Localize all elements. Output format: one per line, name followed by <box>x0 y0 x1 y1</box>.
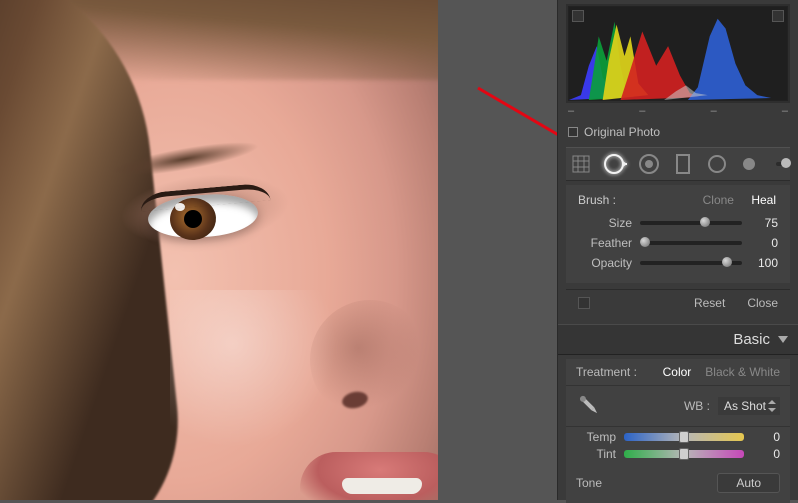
chevron-down-icon <box>778 336 788 343</box>
crop-tool[interactable] <box>568 151 594 177</box>
feather-slider[interactable] <box>640 241 742 245</box>
basic-panel: Treatment : Color Black & White WB : As … <box>566 359 790 503</box>
radial-filter-tool[interactable] <box>704 151 730 177</box>
wb-eyedropper-tool[interactable] <box>576 392 604 420</box>
wb-label: WB : <box>684 399 710 413</box>
auto-tone-button[interactable]: Auto <box>717 473 780 493</box>
overlay-toggle[interactable] <box>578 297 590 309</box>
treatment-bw[interactable]: Black & White <box>705 365 780 379</box>
histogram-readout: –– –– <box>568 105 788 117</box>
brush-mini-slider[interactable] <box>776 162 788 166</box>
size-slider[interactable] <box>640 221 742 225</box>
tint-label: Tint <box>576 447 616 461</box>
tone-label: Tone <box>576 476 602 490</box>
feather-value[interactable]: 0 <box>750 236 778 250</box>
opacity-label: Opacity <box>578 256 632 270</box>
reset-button[interactable]: Reset <box>694 296 725 310</box>
redeye-tool[interactable] <box>636 151 662 177</box>
treatment-color[interactable]: Color <box>663 365 692 379</box>
close-button[interactable]: Close <box>747 296 778 310</box>
wb-select[interactable]: As Shot <box>718 397 780 415</box>
spot-removal-panel: Brush : Clone Heal Size 75 Feather 0 Opa… <box>566 185 790 283</box>
size-value[interactable]: 75 <box>750 216 778 230</box>
feather-label: Feather <box>578 236 632 250</box>
opacity-slider[interactable] <box>640 261 742 265</box>
original-photo-label: Original Photo <box>584 125 660 139</box>
clip-highlights-toggle[interactable] <box>772 10 784 22</box>
mode-clone[interactable]: Clone <box>701 192 736 208</box>
histogram[interactable] <box>568 6 788 101</box>
mode-heal[interactable]: Heal <box>749 192 778 208</box>
original-photo-checkbox[interactable] <box>568 127 578 137</box>
temp-label: Temp <box>576 430 616 444</box>
histogram-panel <box>566 4 790 103</box>
basic-panel-header[interactable]: Basic <box>558 324 798 355</box>
temp-value[interactable]: 0 <box>752 430 780 444</box>
temp-slider[interactable] <box>624 433 744 441</box>
spot-panel-footer: Reset Close <box>566 289 790 316</box>
brush-label: Brush : <box>578 193 616 207</box>
brush-tool[interactable] <box>738 151 764 177</box>
spot-removal-tool[interactable] <box>602 151 628 177</box>
tool-strip <box>566 147 790 181</box>
develop-right-panel: –– –– Original Photo <box>557 0 798 500</box>
grad-filter-tool[interactable] <box>670 151 696 177</box>
image-canvas[interactable] <box>0 0 438 500</box>
clip-shadows-toggle[interactable] <box>572 10 584 22</box>
tint-value[interactable]: 0 <box>752 447 780 461</box>
treatment-label: Treatment : <box>576 365 637 379</box>
size-label: Size <box>578 216 632 230</box>
opacity-value[interactable]: 100 <box>750 256 778 270</box>
tint-slider[interactable] <box>624 450 744 458</box>
